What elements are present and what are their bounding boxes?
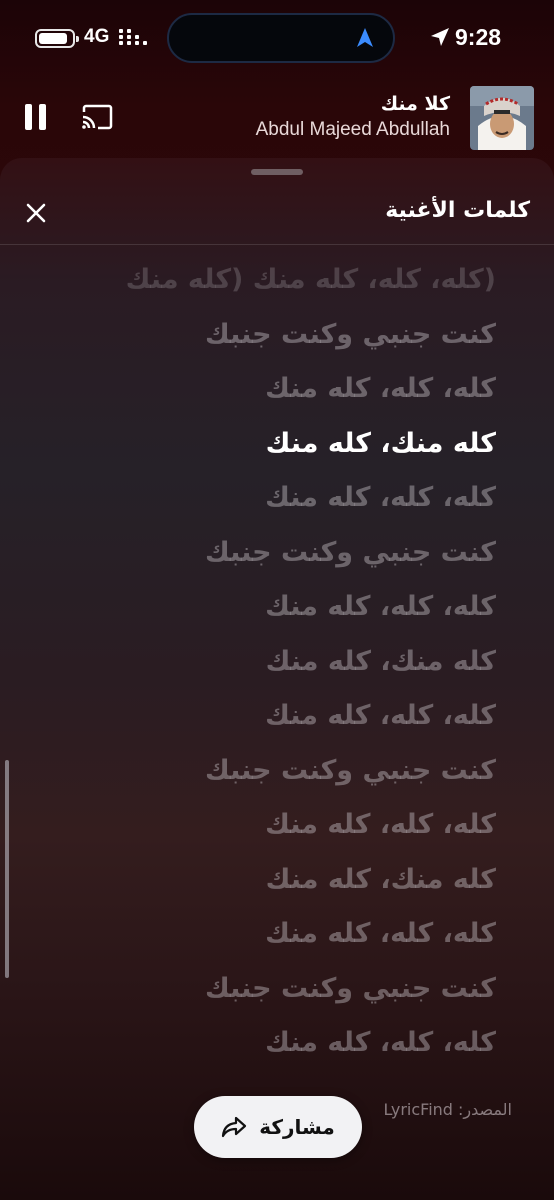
share-arrow-icon — [222, 1116, 247, 1138]
lyrics-sheet: كلمات الأغنية (كله، كله، كله منك (كله من… — [0, 158, 554, 1200]
track-artist[interactable]: Abdul Majeed Abdullah — [256, 119, 450, 141]
lyric-line[interactable]: كله منك، كله منك — [36, 853, 496, 908]
status-bar: 4G 9:28 — [0, 0, 554, 76]
lyric-line[interactable]: كله، كله، كله منك — [36, 580, 496, 635]
lyric-line-active[interactable]: كله منك، كله منك — [36, 417, 496, 472]
lyrics-source: المصدر: LyricFind — [383, 1100, 512, 1119]
dynamic-island — [167, 13, 395, 63]
lyric-line[interactable]: كنت جنبي وكنت جنبك — [36, 526, 496, 581]
location-arrow-icon — [431, 28, 449, 46]
lyric-line[interactable]: كنت جنبي وكنت جنبك — [36, 308, 496, 363]
network-type: 4G — [84, 26, 110, 47]
header-divider — [0, 244, 554, 245]
pause-button[interactable] — [24, 104, 48, 130]
sheet-header: كلمات الأغنية — [0, 188, 554, 244]
pause-icon-bar — [39, 104, 46, 130]
lyric-line[interactable]: كله، كله، كله منك — [36, 362, 496, 417]
album-art[interactable] — [470, 86, 534, 150]
lyric-line[interactable]: كله، كله، كله منك — [36, 471, 496, 526]
share-button[interactable]: مشاركة — [194, 1096, 362, 1158]
track-title[interactable]: كلا منك — [381, 93, 450, 115]
lyric-line[interactable]: (كله، كله، كله منك (كله منك — [36, 253, 496, 308]
battery-icon — [35, 29, 79, 48]
pause-icon-bar — [25, 104, 32, 130]
status-time: 9:28 — [455, 24, 502, 50]
cast-icon[interactable] — [80, 103, 114, 131]
lyric-line[interactable]: كله، كله، كله منك — [36, 1016, 496, 1071]
lyric-line[interactable]: كله، كله، كله منك — [36, 907, 496, 962]
close-icon[interactable] — [24, 201, 48, 225]
lyric-line[interactable]: كله، كله، كله منك — [36, 798, 496, 853]
sheet-title: كلمات الأغنية — [385, 198, 530, 223]
lyric-line[interactable]: كنت جنبي وكنت جنبك — [36, 962, 496, 1017]
lyric-line[interactable]: كله منك، كله منك — [36, 635, 496, 690]
scrollbar[interactable] — [5, 760, 9, 978]
navigation-arrow-icon — [357, 28, 373, 47]
sheet-grabber[interactable] — [251, 169, 303, 175]
signal-icon — [119, 29, 147, 45]
share-label: مشاركة — [259, 1115, 335, 1139]
lyric-line[interactable]: كنت جنبي وكنت جنبك — [36, 744, 496, 799]
lyric-line[interactable]: كله، كله، كله منك — [36, 689, 496, 744]
lyrics-list[interactable]: (كله، كله، كله منك (كله منك كنت جنبي وكن… — [36, 253, 496, 1071]
